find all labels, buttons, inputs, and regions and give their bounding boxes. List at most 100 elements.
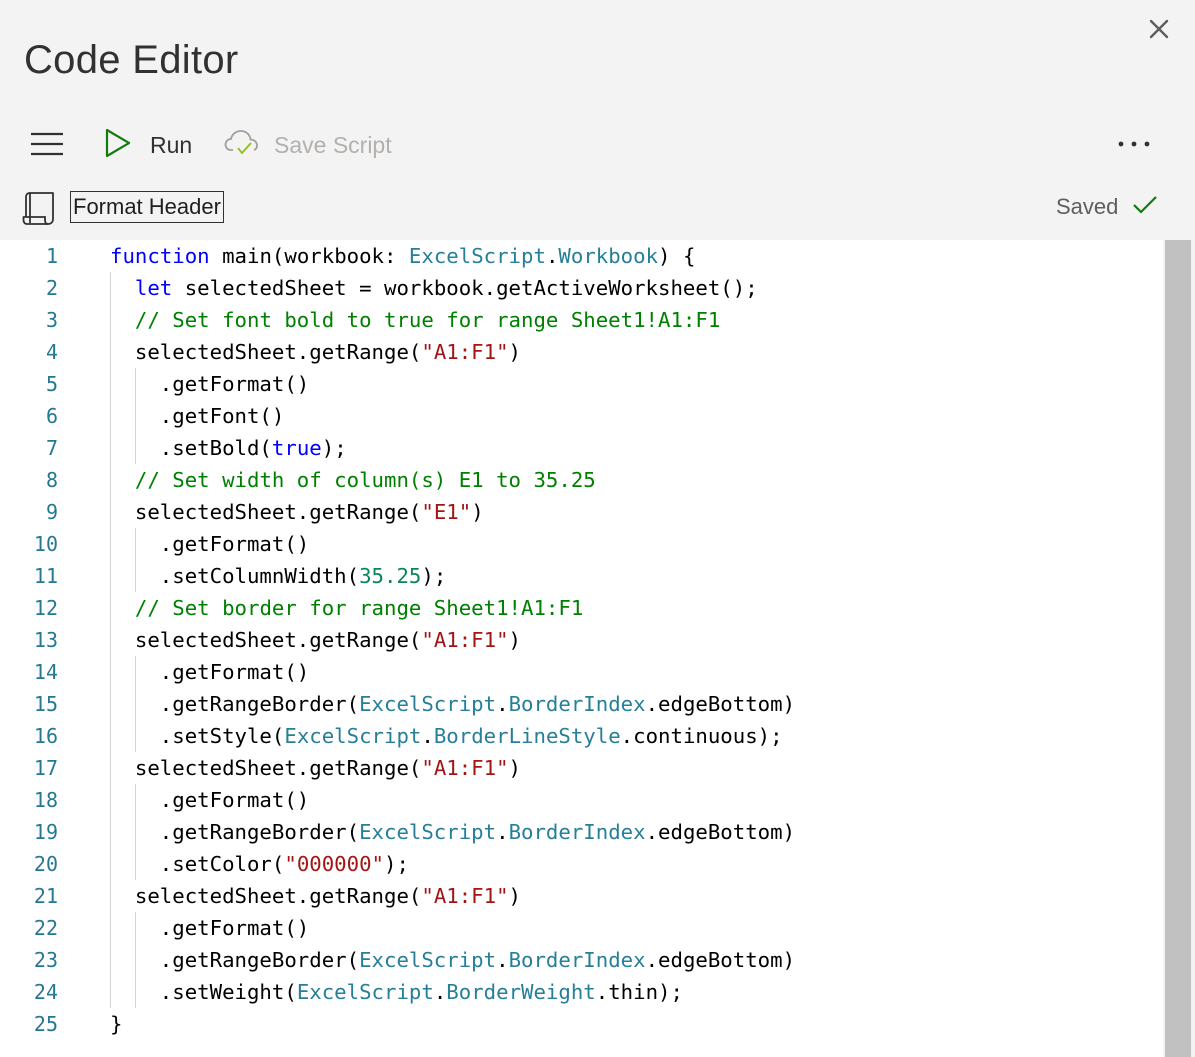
code-token: .getRangeBorder( xyxy=(159,820,360,844)
code-line[interactable]: selectedSheet.getRange("A1:F1") xyxy=(135,624,521,656)
line-number: 7 xyxy=(45,436,58,460)
code-token: ExcelScript xyxy=(284,724,422,748)
line-number: 22 xyxy=(33,916,58,940)
code-token: .setWeight( xyxy=(159,980,297,1004)
code-line[interactable]: .getRangeBorder(ExcelScript.BorderIndex.… xyxy=(160,688,795,720)
code-line[interactable]: let selectedSheet = workbook.getActiveWo… xyxy=(135,272,758,304)
hamburger-menu-icon[interactable] xyxy=(30,130,64,158)
code-line[interactable]: .getFormat() xyxy=(160,368,309,400)
code-line[interactable]: // Set width of column(s) E1 to 35.25 xyxy=(135,464,596,496)
line-number: 1 xyxy=(45,244,58,268)
code-token: let xyxy=(134,276,173,300)
code-token: . xyxy=(433,980,447,1004)
code-token: . xyxy=(545,244,559,268)
code-line[interactable]: .setWeight(ExcelScript.BorderWeight.thin… xyxy=(160,976,683,1008)
code-line[interactable]: .getFormat() xyxy=(160,784,309,816)
line-number: 5 xyxy=(45,372,58,396)
code-token: .edgeBottom) xyxy=(645,820,796,844)
code-line[interactable]: .setColor("000000"); xyxy=(160,848,409,880)
code-token: selectedSheet.getRange( xyxy=(134,756,422,780)
code-token: selectedSheet.getRange( xyxy=(134,500,422,524)
code-line[interactable]: .setBold(true); xyxy=(160,432,347,464)
code-token: function xyxy=(110,244,210,268)
code-line[interactable]: selectedSheet.getRange("A1:F1") xyxy=(135,880,521,912)
save-script-button[interactable]: Save Script xyxy=(224,128,392,162)
line-number: 10 xyxy=(33,532,58,556)
code-line[interactable]: } xyxy=(110,1008,122,1040)
code-editor[interactable]: 1 2 3 4 5 6 7 8 9 10 11 12 13 14 15 16 17 18 19 20 21 22 23 24 2… xyxy=(0,240,1195,1057)
line-number: 20 xyxy=(33,852,58,876)
run-button[interactable]: Run xyxy=(104,128,192,162)
line-number: 21 xyxy=(33,884,58,908)
code-token: .getRangeBorder( xyxy=(159,692,360,716)
indent-guide xyxy=(134,784,136,880)
vertical-scrollbar-thumb[interactable] xyxy=(1165,240,1191,1057)
code-line[interactable]: .getFont() xyxy=(160,400,285,432)
code-line[interactable]: function main(workbook: ExcelScript.Work… xyxy=(110,240,695,272)
code-line[interactable]: .setStyle(ExcelScript.BorderLineStyle.co… xyxy=(160,720,783,752)
code-line[interactable]: selectedSheet.getRange("A1:F1") xyxy=(135,336,521,368)
code-token: ) { xyxy=(658,244,696,268)
script-name-field[interactable]: Format Header xyxy=(70,191,224,223)
code-line[interactable]: .getFormat() xyxy=(160,528,309,560)
code-token: "A1:F1" xyxy=(421,340,509,364)
save-script-label: Save Script xyxy=(274,131,392,158)
code-token: "000000" xyxy=(284,852,384,876)
code-token: ) xyxy=(508,340,522,364)
close-icon[interactable] xyxy=(1146,16,1172,42)
code-token: .getFormat() xyxy=(159,916,310,940)
code-token: ) xyxy=(508,628,522,652)
code-line[interactable]: // Set border for range Sheet1!A1:F1 xyxy=(135,592,583,624)
code-token: .setBold( xyxy=(159,436,272,460)
code-token: ExcelScript xyxy=(296,980,434,1004)
play-icon xyxy=(104,127,132,163)
code-line[interactable]: .getRangeBorder(ExcelScript.BorderIndex.… xyxy=(160,944,795,976)
code-token: .setStyle( xyxy=(159,724,285,748)
code-token: selectedSheet = workbook.getActiveWorksh… xyxy=(172,276,758,300)
script-name-row: Format Header Saved xyxy=(0,188,1195,232)
code-token: BorderIndex xyxy=(508,820,646,844)
code-token: .getFormat() xyxy=(159,532,310,556)
line-number: 16 xyxy=(33,724,58,748)
code-line[interactable]: .setColumnWidth(35.25); xyxy=(160,560,446,592)
code-token: // Set font bold to true for range Sheet… xyxy=(134,308,721,332)
script-document-icon xyxy=(22,190,56,226)
code-token: "A1:F1" xyxy=(421,884,509,908)
code-line[interactable]: selectedSheet.getRange("E1") xyxy=(135,496,484,528)
code-token: .getFormat() xyxy=(159,660,310,684)
line-number: 11 xyxy=(33,564,58,588)
line-number: 19 xyxy=(33,820,58,844)
code-line[interactable]: // Set font bold to true for range Sheet… xyxy=(135,304,720,336)
code-token: 35.25 xyxy=(359,564,422,588)
indent-guide xyxy=(110,272,111,1008)
indent-guide xyxy=(134,368,136,464)
code-token: . xyxy=(496,692,509,716)
line-number: 25 xyxy=(33,1012,58,1036)
code-token: BorderWeight xyxy=(446,980,596,1004)
more-horizontal-icon[interactable] xyxy=(1116,132,1152,156)
code-token: . xyxy=(421,724,434,748)
line-number: 8 xyxy=(45,468,58,492)
code-line[interactable]: .getFormat() xyxy=(160,656,309,688)
code-line[interactable]: .getRangeBorder(ExcelScript.BorderIndex.… xyxy=(160,816,795,848)
indent-guide xyxy=(134,912,136,1008)
code-token: // Set border for range Sheet1!A1:F1 xyxy=(134,596,584,620)
line-number: 17 xyxy=(33,756,58,780)
line-number: 2 xyxy=(45,276,58,300)
line-number: 13 xyxy=(33,628,58,652)
code-line[interactable]: selectedSheet.getRange("A1:F1") xyxy=(135,752,521,784)
line-number: 15 xyxy=(33,692,58,716)
line-number: 6 xyxy=(45,404,58,428)
code-token: ); xyxy=(321,436,347,460)
save-status-label: Saved xyxy=(1056,194,1119,219)
code-token: BorderIndex xyxy=(508,948,646,972)
code-token: .thin); xyxy=(595,980,683,1004)
code-line[interactable]: .getFormat() xyxy=(160,912,309,944)
code-token: .continuous); xyxy=(620,724,783,748)
code-token: ) xyxy=(508,884,522,908)
line-number: 23 xyxy=(33,948,58,972)
code-token: ExcelScript xyxy=(359,692,497,716)
code-token: ) xyxy=(471,500,484,524)
code-token: ); xyxy=(384,852,409,876)
code-token: Workbook xyxy=(558,244,659,268)
